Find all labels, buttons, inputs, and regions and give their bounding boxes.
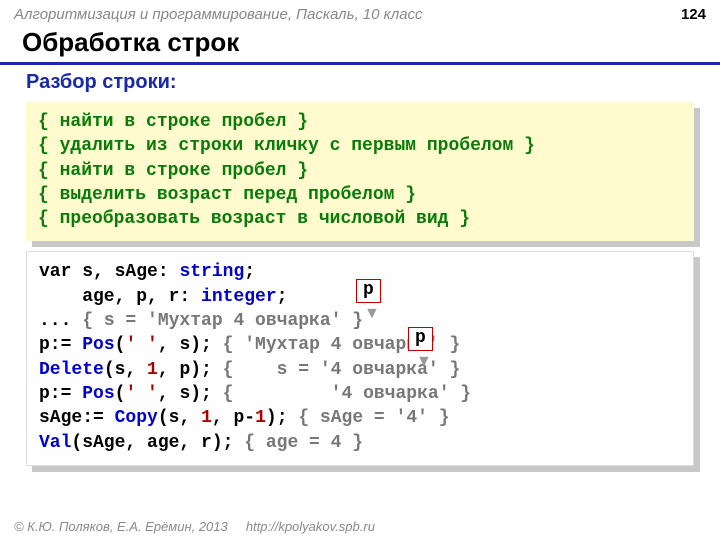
- literal: ' ': [125, 384, 157, 404]
- breadcrumb-text: Алгоритмизация и программирование, Паска…: [14, 6, 423, 23]
- code-text: ...: [39, 311, 82, 331]
- footer-url: http://kpolyakov.spb.ru: [246, 519, 375, 534]
- comment: { '4 овчарка' }: [223, 384, 471, 404]
- code-text: age, p, r:: [39, 287, 201, 307]
- code-box: var s, sAge: string; age, p, r: integer;…: [26, 251, 694, 465]
- literal: 1: [255, 408, 266, 428]
- code-text: ;: [277, 287, 288, 307]
- algo-line: { удалить из строки кличку с первым проб…: [38, 136, 535, 156]
- comment: { age = 4 }: [244, 433, 363, 453]
- page-title: Обработка строк: [0, 25, 720, 65]
- comment: { s = 'Мухтар 4 овчарка' }: [82, 311, 363, 331]
- code-text: (s,: [104, 360, 147, 380]
- code-text: (sAge, age, r);: [71, 433, 244, 453]
- arrow-down-icon: ▼: [416, 353, 432, 371]
- algo-line: { выделить возраст перед пробелом }: [38, 185, 416, 205]
- breadcrumb: Алгоритмизация и программирование, Паска…: [0, 0, 720, 25]
- algorithm-box: { найти в строке пробел } { удалить из с…: [26, 102, 694, 241]
- code-text: p:=: [39, 384, 82, 404]
- pointer-label-p1: p: [356, 279, 381, 303]
- algo-line: { найти в строке пробел }: [38, 112, 308, 132]
- code-text: (: [115, 335, 126, 355]
- algo-line: { найти в строке пробел }: [38, 161, 308, 181]
- footer: © К.Ю. Поляков, Е.А. Ерёмин, 2013 http:/…: [0, 519, 720, 534]
- literal: ' ': [125, 335, 157, 355]
- code-text: sAge:=: [39, 408, 115, 428]
- pointer-label-p2: p: [408, 327, 433, 351]
- keyword: Pos: [82, 335, 114, 355]
- code-text: );: [266, 408, 298, 428]
- keyword: Pos: [82, 384, 114, 404]
- keyword: Copy: [115, 408, 158, 428]
- literal: 1: [147, 360, 158, 380]
- code-text: ;: [244, 262, 255, 282]
- algo-line: { преобразовать возраст в числовой вид }: [38, 209, 470, 229]
- copyright: © К.Ю. Поляков, Е.А. Ерёмин, 2013: [14, 519, 228, 534]
- arrow-down-icon: ▼: [364, 305, 380, 323]
- keyword: Delete: [39, 360, 104, 380]
- literal: 1: [201, 408, 212, 428]
- code-text: (s,: [158, 408, 201, 428]
- code-text: , s);: [158, 335, 223, 355]
- code-text: p:=: [39, 335, 82, 355]
- keyword: integer: [201, 287, 277, 307]
- page-number: 124: [681, 6, 706, 23]
- code-text: , s);: [158, 384, 223, 404]
- keyword: string: [179, 262, 244, 282]
- code-text: , p);: [158, 360, 223, 380]
- code-text: , p-: [212, 408, 255, 428]
- code-text: var s, sAge:: [39, 262, 179, 282]
- section-subtitle: Разбор строки:: [0, 65, 720, 98]
- keyword: Val: [39, 433, 71, 453]
- comment: { sAge = '4' }: [298, 408, 449, 428]
- code-text: (: [115, 384, 126, 404]
